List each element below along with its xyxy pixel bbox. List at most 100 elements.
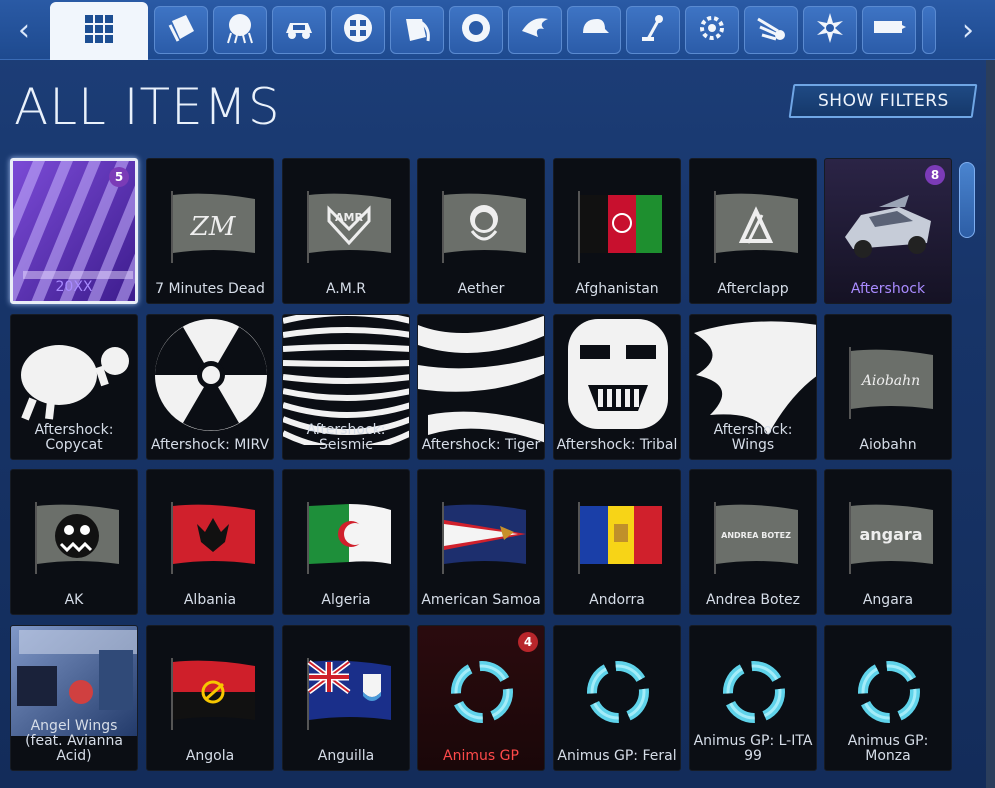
item-label: 20XX bbox=[55, 279, 93, 295]
item-label: Animus GP: Monza bbox=[847, 733, 929, 764]
tab-banner[interactable] bbox=[862, 6, 916, 54]
item-tile[interactable]: Aftershock: Wings bbox=[689, 314, 817, 460]
tab-wheels[interactable] bbox=[331, 6, 385, 54]
item-tile[interactable]: Animus GP: L-ITA 99 bbox=[689, 625, 817, 771]
item-label: Aftershock: Seismic bbox=[306, 422, 386, 453]
item-label: Aftershock: Tribal bbox=[556, 437, 678, 453]
prev-category-arrow[interactable]: ‹ bbox=[2, 0, 46, 60]
tab-decal[interactable] bbox=[154, 6, 208, 54]
item-tile[interactable]: Animus GP: Monza bbox=[824, 625, 952, 771]
item-tile[interactable]: 5 20XX bbox=[10, 158, 138, 304]
item-label: Angel Wings (feat. Avianna Acid) bbox=[25, 718, 123, 764]
tab-car-body[interactable] bbox=[272, 6, 326, 54]
paint-can-icon bbox=[400, 11, 434, 49]
category-bar: ‹ › bbox=[0, 0, 995, 60]
car-body-icon bbox=[282, 11, 316, 49]
page-title: ALL ITEMS bbox=[14, 78, 281, 136]
svg-text:angara: angara bbox=[859, 525, 922, 544]
scrollbar[interactable] bbox=[958, 162, 976, 782]
item-label: AK bbox=[64, 592, 84, 608]
item-tile[interactable]: Algeria bbox=[282, 469, 410, 615]
item-tile[interactable]: Afterclapp bbox=[689, 158, 817, 304]
tab-banner-burst[interactable] bbox=[803, 6, 857, 54]
item-tile[interactable]: Angel Wings (feat. Avianna Acid) bbox=[10, 625, 138, 771]
wheels-icon bbox=[341, 11, 375, 49]
svg-text:ANDREA BOTEZ: ANDREA BOTEZ bbox=[721, 531, 791, 540]
item-tile[interactable]: AMR A.M.R bbox=[282, 158, 410, 304]
item-tile[interactable]: Aftershock: Copycat bbox=[10, 314, 138, 460]
item-label: Andorra bbox=[589, 592, 645, 608]
item-tile[interactable]: Angola bbox=[146, 625, 274, 771]
item-tile[interactable]: Aftershock: Tiger bbox=[417, 314, 545, 460]
item-label: Aether bbox=[457, 281, 505, 297]
tab-tire[interactable] bbox=[449, 6, 503, 54]
item-count-badge: 5 bbox=[109, 167, 129, 187]
item-tile[interactable]: ZM 7 Minutes Dead bbox=[146, 158, 274, 304]
item-tile[interactable]: Afghanistan bbox=[553, 158, 681, 304]
scroll-thumb[interactable] bbox=[959, 162, 975, 238]
item-tile[interactable]: AK bbox=[10, 469, 138, 615]
item-tile[interactable]: Aftershock: Tribal bbox=[553, 314, 681, 460]
tab-cap-topper[interactable] bbox=[567, 6, 621, 54]
item-tile[interactable]: Anguilla bbox=[282, 625, 410, 771]
item-tile[interactable]: Animus GP: Feral bbox=[553, 625, 681, 771]
boost-icon bbox=[518, 11, 552, 49]
decal-icon bbox=[164, 11, 198, 49]
item-label: 7 Minutes Dead bbox=[155, 281, 265, 297]
tab-more[interactable] bbox=[922, 6, 936, 54]
item-label: Afghanistan bbox=[575, 281, 659, 297]
item-tile[interactable]: 4 Animus GP bbox=[417, 625, 545, 771]
item-label: Aftershock: Tiger bbox=[421, 437, 541, 453]
tab-goal-explosion[interactable] bbox=[213, 6, 267, 54]
item-label: Animus GP: Feral bbox=[557, 748, 677, 764]
item-tile[interactable]: Aiobahn Aiobahn bbox=[824, 314, 952, 460]
item-label: Angara bbox=[862, 592, 914, 608]
item-count-badge: 4 bbox=[518, 632, 538, 652]
show-filters-label: SHOW FILTERS bbox=[817, 91, 949, 111]
item-tile[interactable]: Albania bbox=[146, 469, 274, 615]
show-filters-button[interactable]: SHOW FILTERS bbox=[788, 84, 978, 118]
goal-explosion-icon bbox=[223, 11, 257, 49]
item-label: Animus GP: L-ITA 99 bbox=[693, 733, 813, 764]
item-label: Aftershock: Wings bbox=[713, 422, 793, 453]
banner-icon bbox=[872, 11, 906, 49]
item-label: American Samoa bbox=[421, 592, 541, 608]
item-tile[interactable]: Aftershock: Seismic bbox=[282, 314, 410, 460]
tab-trail[interactable] bbox=[744, 6, 798, 54]
item-tile[interactable]: Aether bbox=[417, 158, 545, 304]
svg-text:ZM: ZM bbox=[190, 212, 237, 242]
items-grid: 5 20XX ZM 7 Minutes Dead AMR A.M.R Aether… bbox=[10, 158, 954, 788]
window-edge bbox=[986, 60, 995, 788]
item-count-badge: 8 bbox=[925, 165, 945, 185]
item-tile[interactable]: Andorra bbox=[553, 469, 681, 615]
item-label: Anguilla bbox=[317, 748, 375, 764]
tab-engine-audio[interactable] bbox=[685, 6, 739, 54]
tab-boost[interactable] bbox=[508, 6, 562, 54]
svg-text:AMR: AMR bbox=[335, 211, 363, 224]
item-label: Aiobahn bbox=[859, 437, 917, 453]
item-label: Afterclapp bbox=[717, 281, 789, 297]
trail-icon bbox=[754, 11, 788, 49]
item-label: A.M.R bbox=[325, 281, 367, 297]
item-label: Algeria bbox=[321, 592, 371, 608]
banner-burst-icon bbox=[813, 11, 847, 49]
item-tile[interactable]: angara Angara bbox=[824, 469, 952, 615]
next-category-arrow[interactable]: › bbox=[946, 0, 990, 60]
tab-antenna[interactable] bbox=[626, 6, 680, 54]
cap-topper-icon bbox=[577, 11, 611, 49]
engine-audio-icon bbox=[695, 11, 729, 49]
item-label: Albania bbox=[183, 592, 237, 608]
item-label: Animus GP bbox=[443, 748, 519, 764]
item-tile[interactable]: 8 Aftershock bbox=[824, 158, 952, 304]
svg-text:Aiobahn: Aiobahn bbox=[860, 373, 920, 389]
item-label: Aftershock bbox=[850, 281, 926, 297]
more-icon bbox=[912, 11, 946, 49]
tire-icon bbox=[459, 11, 493, 49]
item-tile[interactable]: ANDREA BOTEZ Andrea Botez bbox=[689, 469, 817, 615]
item-label: Aftershock: Copycat bbox=[34, 422, 114, 453]
item-tile[interactable]: Aftershock: MIRV bbox=[146, 314, 274, 460]
item-tile[interactable]: American Samoa bbox=[417, 469, 545, 615]
item-label: Andrea Botez bbox=[705, 592, 801, 608]
tab-grid[interactable] bbox=[50, 2, 148, 60]
tab-paint-can[interactable] bbox=[390, 6, 444, 54]
